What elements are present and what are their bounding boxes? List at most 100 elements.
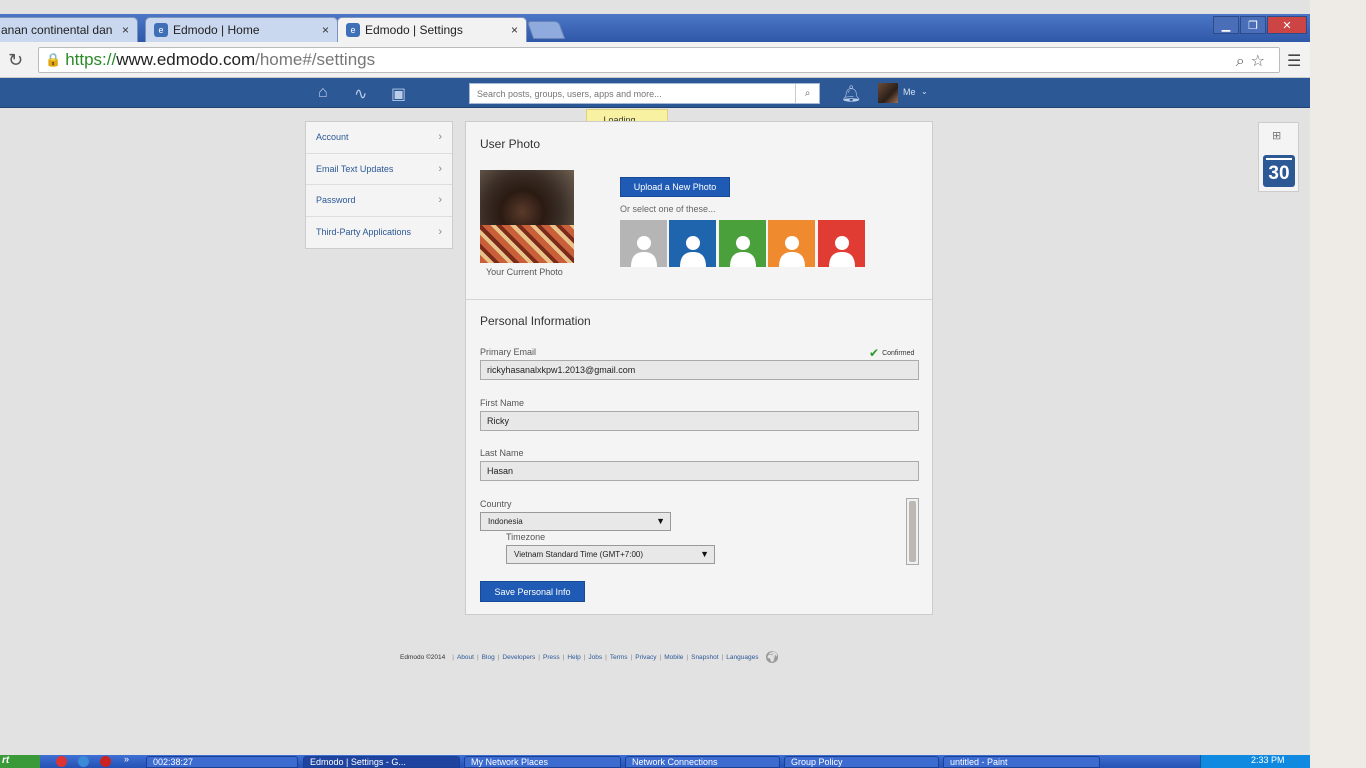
ie-quicklaunch-icon[interactable] (78, 756, 89, 767)
address-bar[interactable]: 🔒 https:// www.edmodo.com /home#/setting… (38, 47, 1280, 73)
os-taskbar: rt » 002:38:27 Edmodo | Settings - G... … (0, 755, 1310, 768)
current-user-photo (480, 170, 574, 263)
footer-link-blog[interactable]: Blog (482, 654, 495, 661)
footer-link-about[interactable]: About (457, 654, 474, 661)
footer-link-languages[interactable]: Languages (726, 654, 758, 661)
footer-link-mobile[interactable]: Mobile (664, 654, 683, 661)
taskbar-item[interactable]: 002:38:27 (146, 756, 298, 768)
tab-edmodo-home[interactable]: e Edmodo | Home × (145, 17, 338, 42)
dropdown-arrow-icon: ▼ (700, 549, 709, 559)
browser-menu-icon[interactable]: ☰ (1287, 51, 1301, 71)
preset-avatar-blue[interactable] (669, 220, 716, 267)
footer-link-terms[interactable]: Terms (610, 654, 628, 661)
tab-close-icon[interactable]: × (122, 23, 129, 37)
close-window-button[interactable]: ✕ (1267, 16, 1307, 34)
me-menu-label[interactable]: Me (903, 87, 916, 97)
apps-grid-icon[interactable]: ⊞ (1272, 129, 1281, 142)
zoom-icon[interactable]: ⌕ (1236, 53, 1251, 70)
save-personal-info-button[interactable]: Save Personal Info (480, 581, 585, 602)
footer-link-press[interactable]: Press (543, 654, 560, 661)
primary-email-field[interactable]: rickyhasanalxkpw1.2013@gmail.com (480, 360, 919, 380)
tab-anan-continental[interactable]: anan continental dan ori × (0, 17, 138, 42)
taskbar-item[interactable]: Edmodo | Settings - G... (303, 756, 460, 768)
timezone-select[interactable]: Vietnam Standard Time (GMT+7:00) ▼ (506, 545, 715, 564)
footer-link-jobs[interactable]: Jobs (588, 654, 602, 661)
new-tab-button[interactable] (526, 21, 566, 39)
home-icon[interactable]: ⌂ (318, 84, 328, 102)
start-button[interactable]: rt (0, 755, 40, 768)
timezone-value: Vietnam Standard Time (GMT+7:00) (514, 550, 644, 559)
person-silhouette-icon (630, 236, 657, 267)
first-name-field[interactable]: Ricky (480, 411, 919, 431)
last-name-label: Last Name (480, 448, 524, 458)
browser-quicklaunch-icon[interactable] (56, 756, 67, 767)
omnibox-actions: ⌕☆ (1236, 51, 1271, 71)
footer-copyright: Edmodo ©2014 (400, 653, 446, 661)
person-silhouette-icon (828, 236, 855, 267)
footer-link-developers[interactable]: Developers (502, 654, 535, 661)
section-divider (466, 299, 932, 300)
upload-photo-button[interactable]: Upload a New Photo (620, 177, 730, 197)
last-name-field[interactable]: Hasan (480, 461, 919, 481)
preset-avatar-red[interactable] (818, 220, 865, 267)
chevron-right-icon: › (438, 162, 442, 175)
preset-avatar-orange[interactable] (768, 220, 815, 267)
preset-avatar-gray[interactable] (620, 220, 667, 267)
sidebar-item-label: Email Text Updates (316, 163, 394, 174)
browser-window: anan continental dan ori × e Edmodo | Ho… (0, 0, 1310, 768)
sidebar-item-email-text-updates[interactable]: Email Text Updates › (306, 154, 452, 185)
tab-title: Edmodo | Settings (365, 23, 463, 37)
footer-link-snapshot[interactable]: Snapshot (691, 654, 718, 661)
first-name-label: First Name (480, 398, 525, 408)
person-silhouette-icon (679, 236, 706, 267)
desktop-background (1310, 0, 1366, 768)
edmodo-favicon-icon: e (154, 23, 168, 37)
activity-icon[interactable]: ∿ (354, 84, 367, 104)
taskbar-item[interactable]: untitled - Paint (943, 756, 1100, 768)
sidebar-item-account[interactable]: Account › (306, 122, 452, 154)
footer-link-privacy[interactable]: Privacy (635, 654, 656, 661)
browser-toolbar: ↻ 🔒 https:// www.edmodo.com /home#/setti… (0, 42, 1310, 78)
preset-avatar-green[interactable] (719, 220, 766, 267)
taskbar-item[interactable]: Network Connections (625, 756, 780, 768)
sidebar-item-label: Third-Party Applications (316, 227, 412, 238)
country-value: Indonesia (488, 517, 523, 526)
system-tray: 2:33 PM (1200, 755, 1310, 768)
backpack-icon[interactable]: ▣ (391, 84, 406, 104)
sidebar-item-label: Password (316, 195, 356, 206)
chevron-right-icon: › (438, 131, 442, 144)
calendar-rings (1266, 158, 1292, 163)
page-footer: Edmodo ©2014 | About | Blog | Developers | … (400, 650, 780, 664)
restore-button[interactable]: ❐ (1240, 16, 1266, 34)
tab-edmodo-settings[interactable]: e Edmodo | Settings × (337, 17, 527, 42)
chevron-more-icon[interactable]: » (124, 755, 129, 764)
tab-close-icon[interactable]: × (322, 23, 329, 37)
taskbar-item[interactable]: My Network Places (464, 756, 621, 768)
search-icon[interactable]: ⌕ (795, 84, 819, 103)
opera-quicklaunch-icon[interactable] (100, 756, 111, 767)
edmodo-favicon-icon: e (346, 23, 360, 37)
bell-icon[interactable]: 🔔︎ (841, 84, 861, 104)
email-confirmed-badge: ✔ Confirmed (869, 346, 914, 360)
scrollbar[interactable] (906, 498, 919, 565)
url-scheme: https:// (65, 50, 117, 69)
person-silhouette-icon (729, 236, 756, 267)
scrollbar-thumb[interactable] (909, 501, 916, 562)
settings-panel: User Photo Your Current Photo Upload a N… (465, 121, 933, 615)
user-photo-title: User Photo (480, 137, 541, 151)
bookmark-star-icon[interactable]: ☆ (1251, 53, 1271, 70)
taskbar-item[interactable]: Group Policy (784, 756, 939, 768)
country-select[interactable]: Indonesia ▼ (480, 512, 671, 531)
confirmed-label: Confirmed (882, 349, 915, 357)
footer-link-help[interactable]: Help (567, 654, 580, 661)
chevron-down-icon[interactable]: ⌄ (921, 87, 928, 96)
avatar[interactable] (878, 83, 898, 103)
sidebar-item-password[interactable]: Password › (306, 185, 452, 217)
world-map-icon: 🌍︎ (764, 650, 780, 664)
minimize-button[interactable]: ▁ (1213, 16, 1239, 34)
search-input[interactable] (470, 84, 795, 103)
reload-icon[interactable]: ↻ (8, 50, 23, 71)
tab-close-icon[interactable]: × (511, 23, 518, 37)
calendar-icon[interactable]: 30 (1263, 155, 1295, 187)
sidebar-item-third-party-applications[interactable]: Third-Party Applications › (306, 217, 452, 249)
